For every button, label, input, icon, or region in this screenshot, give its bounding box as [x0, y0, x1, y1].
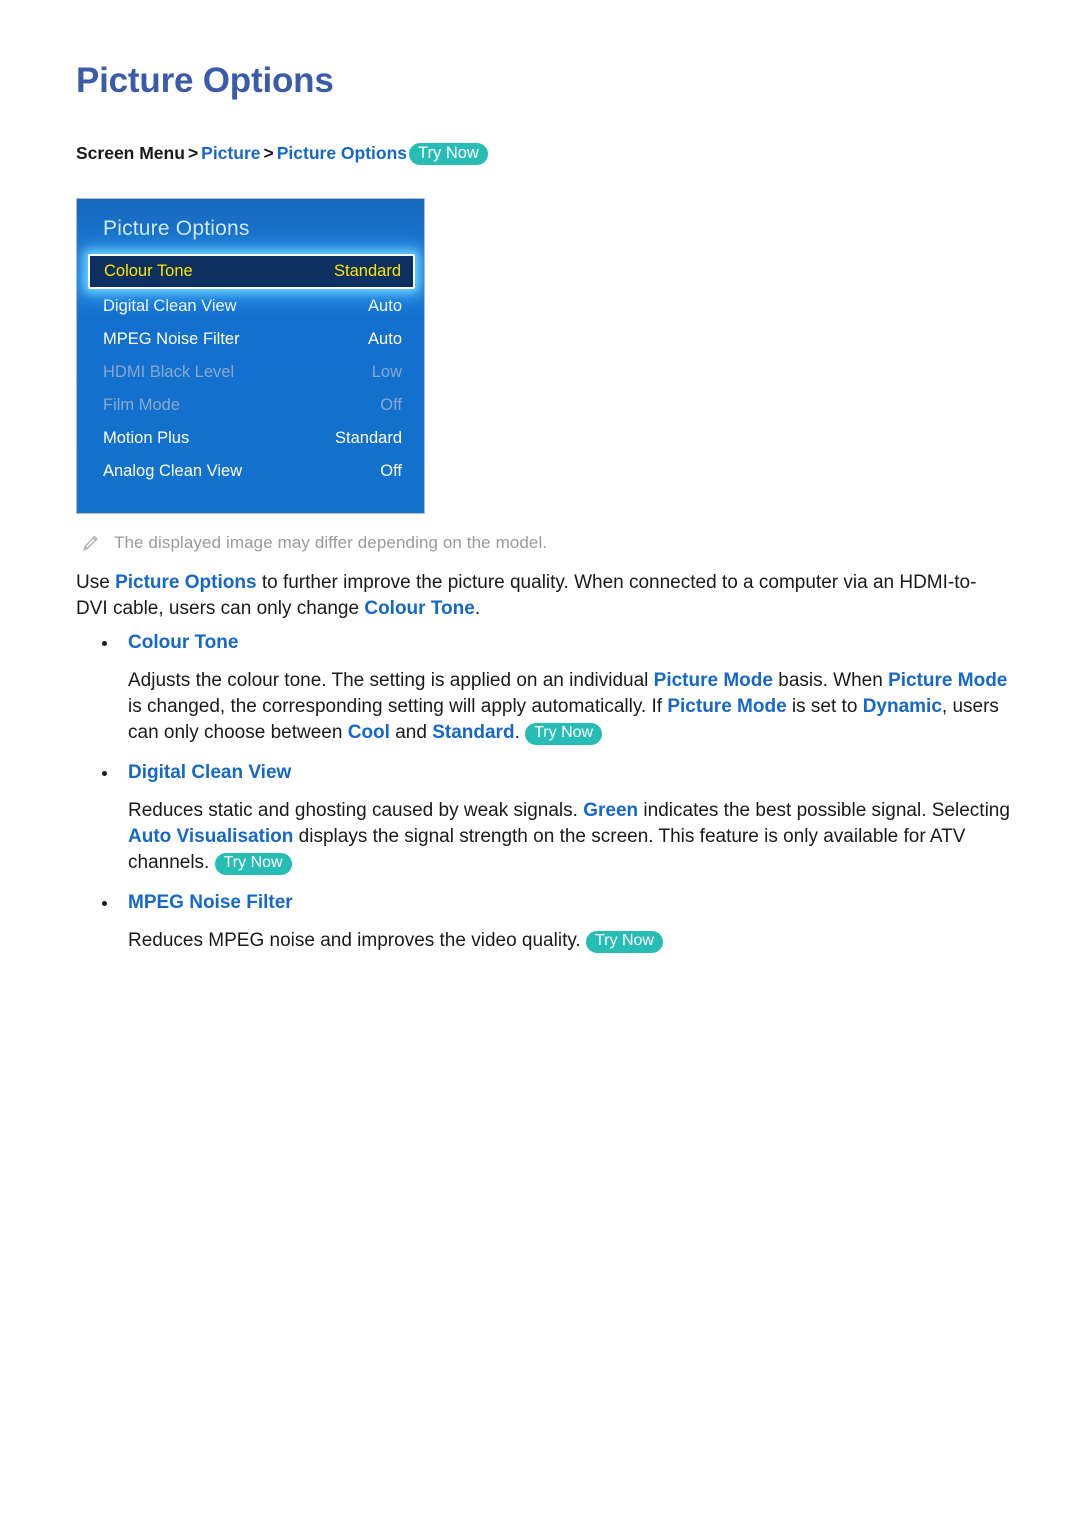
keyword-standard: Standard	[432, 722, 515, 743]
osd-remaining-rows: Digital Clean View Auto MPEG Noise Filte…	[77, 255, 424, 488]
section-body: Reduces static and ghosting caused by we…	[96, 798, 1011, 876]
osd-row-analog-clean-view[interactable]: Analog Clean View Off	[77, 455, 424, 488]
body-text-1: Reduces static and ghosting caused by we…	[128, 800, 584, 821]
body-text-4: is set to	[786, 696, 863, 717]
body-text-3: is changed, the corresponding setting wi…	[128, 696, 668, 717]
osd-panel-title: Picture Options	[103, 217, 250, 240]
osd-row-label: Digital Clean View	[103, 297, 237, 315]
keyword-picture-mode-3: Picture Mode	[667, 696, 787, 717]
body-text-1: Adjusts the colour tone. The setting is …	[128, 670, 654, 691]
body-text-2: indicates the best possible signal. Sele…	[638, 800, 1010, 821]
keyword-colour-tone: Colour Tone	[364, 598, 475, 619]
breadcrumb-separator-1: >	[187, 143, 199, 163]
osd-row-film-mode: Film Mode Off	[77, 389, 424, 422]
intro-paragraph: Use Picture Options to further improve t…	[76, 570, 1006, 622]
note-row: The displayed image may differ depending…	[80, 532, 547, 554]
bullet-icon	[102, 771, 107, 776]
page-title: Picture Options	[76, 61, 334, 100]
section-mpeg-noise-filter: MPEG Noise Filter Reduces MPEG noise and…	[96, 890, 1011, 954]
osd-row-value: Off	[380, 462, 402, 480]
osd-row-value: Auto	[368, 330, 402, 348]
section-colour-tone: Colour Tone Adjusts the colour tone. The…	[96, 630, 1011, 746]
breadcrumb: Screen Menu > Picture > Picture Options Try N…	[76, 142, 488, 165]
tv-osd-panel: Picture Options Colour Tone Standard Dig…	[76, 198, 425, 514]
section-heading-text: Digital Clean View	[128, 762, 292, 783]
bullet-icon	[102, 641, 107, 646]
keyword-dynamic: Dynamic	[862, 696, 942, 717]
bullet-icon	[102, 901, 107, 906]
keyword-picture-mode-1: Picture Mode	[653, 670, 773, 691]
breadcrumb-separator-2: >	[263, 143, 274, 163]
body-text-2: basis. When	[772, 670, 889, 691]
osd-row-motion-plus[interactable]: Motion Plus Standard	[77, 422, 424, 455]
section-body: Reduces MPEG noise and improves the vide…	[96, 928, 1011, 954]
osd-row-label: Colour Tone	[104, 262, 193, 280]
osd-row-label: Analog Clean View	[103, 462, 243, 480]
osd-row-label: MPEG Noise Filter	[103, 330, 240, 348]
osd-row-colour-tone[interactable]: Colour Tone Standard	[88, 254, 415, 289]
keyword-picture-mode-2: Picture Mode	[888, 670, 1008, 691]
section-heading-text: Colour Tone	[128, 632, 239, 653]
section-body: Adjusts the colour tone. The setting is …	[96, 668, 1011, 746]
intro-text-1: Use	[76, 572, 116, 593]
body-text-7: .	[514, 722, 526, 743]
osd-row-label: Film Mode	[103, 396, 181, 414]
body-text-6: and	[389, 722, 433, 743]
document-page: Picture Options Screen Menu > Picture > Pict…	[0, 0, 1080, 1527]
osd-row-value: Auto	[368, 297, 402, 315]
osd-row-mpeg-noise-filter[interactable]: MPEG Noise Filter Auto	[77, 323, 424, 356]
try-now-badge-digital-clean-view[interactable]: Try Now	[214, 853, 292, 875]
try-now-badge-breadcrumb[interactable]: Try Now	[409, 143, 488, 165]
keyword-picture-options: Picture Options	[115, 572, 257, 593]
breadcrumb-item-picture[interactable]: Picture	[201, 143, 260, 163]
section-heading: MPEG Noise Filter	[96, 890, 1011, 916]
section-heading: Colour Tone	[96, 630, 1011, 656]
section-digital-clean-view: Digital Clean View Reduces static and gh…	[96, 760, 1011, 876]
keyword-cool: Cool	[347, 722, 390, 743]
keyword-green: Green	[583, 800, 639, 821]
try-now-badge-colour-tone[interactable]: Try Now	[525, 723, 603, 745]
osd-row-label: HDMI Black Level	[103, 363, 235, 381]
osd-row-value: Standard	[334, 262, 401, 280]
keyword-auto-visualisation: Auto Visualisation	[128, 826, 294, 847]
osd-row-value: Standard	[335, 429, 402, 447]
osd-row-value: Off	[380, 396, 402, 414]
try-now-badge-mpeg-noise-filter[interactable]: Try Now	[586, 931, 663, 953]
body-text-1: Reduces MPEG noise and improves the vide…	[128, 930, 586, 951]
section-heading-text: MPEG Noise Filter	[128, 892, 293, 913]
osd-row-value: Low	[371, 363, 402, 381]
breadcrumb-root: Screen Menu	[76, 143, 185, 163]
note-text: The displayed image may differ depending…	[114, 533, 548, 552]
breadcrumb-item-picture-options[interactable]: Picture Options	[277, 143, 407, 163]
osd-row-digital-clean-view[interactable]: Digital Clean View Auto	[77, 290, 424, 323]
pencil-icon	[80, 534, 100, 554]
osd-row-hdmi-black-level: HDMI Black Level Low	[77, 356, 424, 389]
intro-text-3: .	[474, 598, 481, 619]
osd-menu-list: Colour Tone Standard Digital Clean View …	[77, 254, 424, 488]
section-heading: Digital Clean View	[96, 760, 1011, 786]
osd-row-label: Motion Plus	[103, 429, 190, 447]
